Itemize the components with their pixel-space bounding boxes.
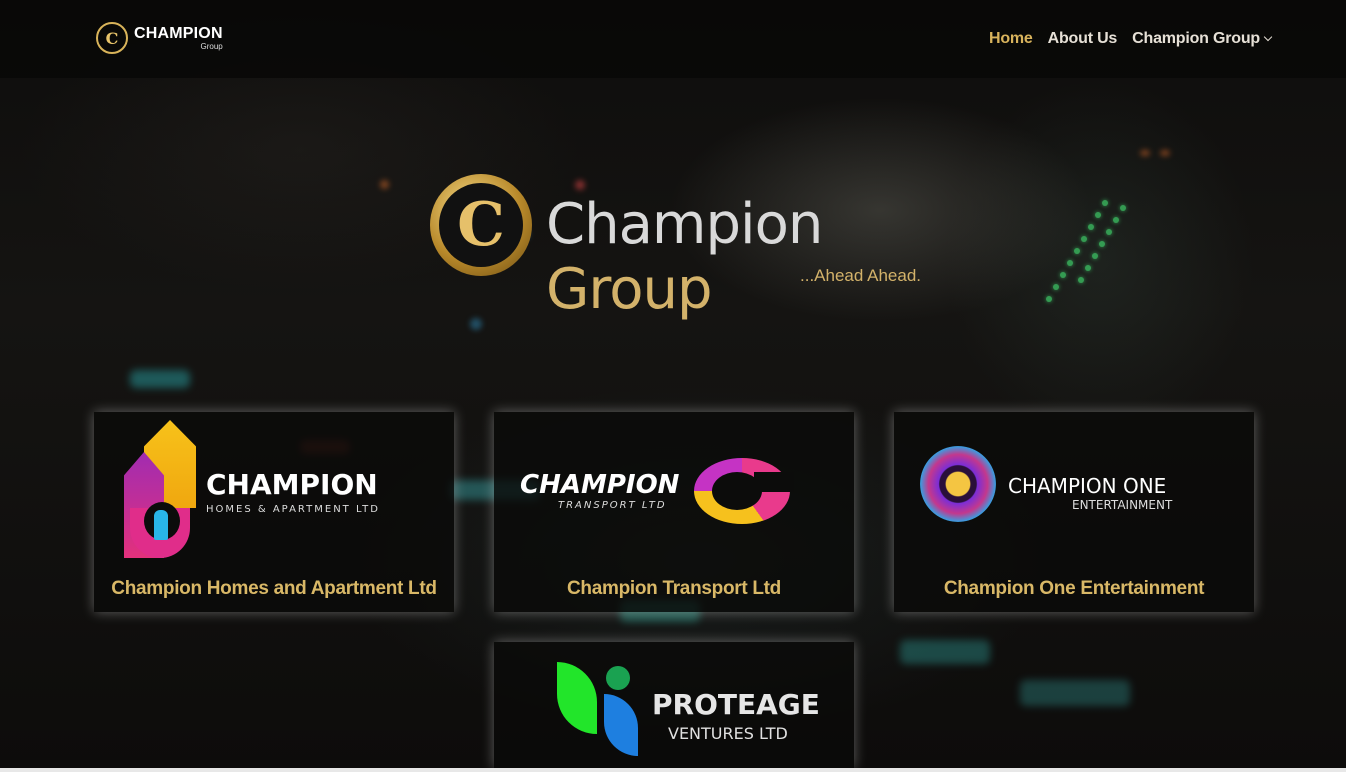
main-nav: Home About Us Champion Group <box>989 30 1273 48</box>
card-title: Champion Homes and Apartment Ltd <box>111 578 437 599</box>
scroll-edge-strip <box>0 768 1346 772</box>
green-leaf-icon <box>557 662 597 734</box>
card-logo-subtext: HOMES & APARTMENT LTD <box>206 504 380 515</box>
brand-text: CHAMPION Group <box>134 24 223 51</box>
brand-sub: Group <box>200 41 223 51</box>
card-logo-text: CHAMPION <box>206 468 378 501</box>
card-logo-subtext: TRANSPORT LTD <box>558 500 667 511</box>
nav-champion-group[interactable]: Champion Group <box>1132 30 1273 48</box>
nav-about-us[interactable]: About Us <box>1048 30 1118 48</box>
entertainment-splash-icon <box>920 446 996 522</box>
champion-logo-icon: C <box>96 22 128 54</box>
card-logo-subtext: VENTURES LTD <box>668 724 788 743</box>
company-card-transport[interactable]: CHAMPION TRANSPORT LTD Champion Transpor… <box>494 412 854 612</box>
hero-title-part1: Champion <box>546 192 823 257</box>
company-card-homes[interactable]: CHAMPION HOMES & APARTMENT LTD Champion … <box>94 412 454 612</box>
person-icon <box>154 510 168 540</box>
company-card-entertainment[interactable]: CHAMPION ONE ENTERTAINMENT Champion One … <box>894 412 1254 612</box>
emblem-letter: C <box>439 183 523 267</box>
brand-name: CHAMPION <box>134 24 223 42</box>
green-dot-icon <box>606 666 630 690</box>
nav-champion-group-label: Champion Group <box>1132 30 1260 47</box>
nav-home[interactable]: Home <box>989 30 1033 48</box>
hero-logo-block: C Champion Group ...Ahead Ahead. <box>430 174 930 322</box>
company-card-proteage[interactable]: PROTEAGE VENTURES LTD <box>494 642 854 768</box>
hero-tagline: ...Ahead Ahead. <box>800 266 921 285</box>
card-logo-subtext: ENTERTAINMENT <box>1072 498 1173 512</box>
swoosh-cutout <box>754 472 794 492</box>
card-title: Champion Transport Ltd <box>566 578 781 599</box>
blue-leaf-icon <box>604 694 638 756</box>
card-logo-text: CHAMPION <box>520 470 680 500</box>
hero-title: Champion Group <box>546 192 930 322</box>
hero-title-part2: Group <box>546 257 712 322</box>
chevron-down-icon <box>1263 32 1273 42</box>
site-header: C CHAMPION Group Home About Us Champion … <box>0 0 1346 78</box>
brand-logo-link[interactable]: C CHAMPION Group <box>96 22 223 54</box>
card-logo-text: PROTEAGE <box>652 688 820 721</box>
card-title: Champion One Entertainment <box>943 578 1205 599</box>
champion-emblem-icon: C <box>430 174 532 276</box>
card-logo-text: CHAMPION ONE <box>1008 474 1167 498</box>
